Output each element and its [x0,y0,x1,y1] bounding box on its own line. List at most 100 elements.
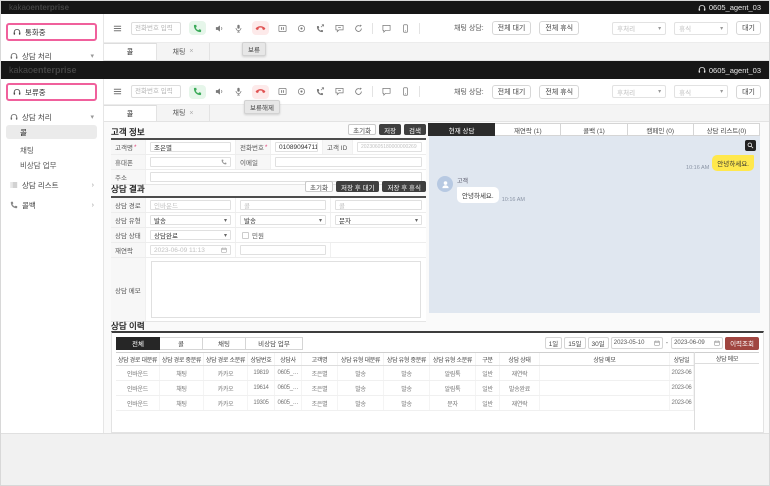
history-tab-non-counsel[interactable]: 비상담 업무 [245,337,303,350]
calendar-icon[interactable] [654,340,660,346]
counsel-memo-textarea[interactable] [151,261,421,318]
tab-chat[interactable]: 채팅× [157,105,210,121]
sidebar-item-counsel-process[interactable]: 상담 처리 ▾ [1,111,103,123]
complaint-checkbox[interactable] [242,232,249,239]
agent-chip[interactable]: 0605_agent_03 [698,66,761,75]
column-header[interactable]: 상담 유형 소분류 [430,353,476,365]
tab-recontact[interactable]: 재연락 (1) [494,123,561,136]
column-header[interactable]: 상담사 [275,353,302,365]
phone-number-input[interactable] [131,85,181,98]
agent-status-oncall[interactable]: 통화중 [6,23,97,41]
search-button[interactable]: 검색 [404,124,426,135]
speaker-icon[interactable] [214,23,225,34]
date-to-input[interactable]: 2023-06-09 [671,337,723,349]
phone-input[interactable]: 01089094711 [275,142,318,152]
refresh-icon[interactable] [353,86,364,97]
reset-button[interactable]: 초기화 [348,124,376,135]
refresh-icon[interactable] [353,23,364,34]
tab-call[interactable]: 콜 [104,105,157,121]
counsel-status-select[interactable]: 상담완료▾ [150,230,231,240]
recontact-extra-input[interactable] [240,245,326,255]
chat-transcript[interactable]: 10:16 AM 안녕하세요. 고객 안녕하세요. 10:16 AM [429,136,760,313]
sidebar-item-chat[interactable]: 채팅 [6,143,97,157]
message-icon[interactable] [381,23,392,34]
column-header[interactable]: 고객명 [302,353,338,365]
calendar-icon[interactable] [221,247,227,253]
speaker-icon[interactable] [214,86,225,97]
column-header[interactable]: 상담일 [670,353,694,365]
search-icon[interactable] [745,140,756,151]
menu-icon[interactable] [112,86,123,97]
period-1day-button[interactable]: 1일 [545,337,563,349]
column-header[interactable]: 구분 [476,353,500,365]
call-icon[interactable] [189,85,206,99]
wait-button[interactable]: 대기 [736,21,761,35]
sidebar-item-callback[interactable]: 콜백 › [1,199,103,211]
hangup-icon[interactable] [252,85,269,99]
all-wait-button[interactable]: 전체 대기 [492,21,532,35]
period-15day-button[interactable]: 15일 [564,337,585,349]
mic-icon[interactable] [233,86,244,97]
transfer-call-icon[interactable] [315,86,326,97]
mobile-icon[interactable] [400,23,411,34]
phone-number-input[interactable] [131,22,181,35]
date-from-input[interactable]: 2023-05-10 [611,337,663,349]
phone-icon[interactable] [221,159,227,165]
all-wait-button[interactable]: 전체 대기 [492,85,532,99]
table-row[interactable]: 인바운드 채팅 카카오 19819 0605_… 조은별 발송 발송 알림톡 일… [116,366,694,381]
column-header[interactable]: 상담 메모 [540,353,670,365]
mobile-input[interactable] [150,157,231,167]
history-tab-call[interactable]: 콜 [159,337,203,350]
counsel-type2-select[interactable]: 발송▾ [240,215,326,225]
postprocess-select[interactable]: 후처리▾ [612,85,666,98]
column-header[interactable]: 상담 상태 [500,353,540,365]
table-row[interactable]: 인바운드 채팅 카카오 19614 0605_… 조은별 발송 발송 알림톡 일… [116,381,694,396]
message-icon[interactable] [381,86,392,97]
sidebar-item-call[interactable]: 콜 [6,125,97,139]
sidebar-item-counsel-process[interactable]: 상담 처리 ▾ [1,50,103,61]
history-query-button[interactable]: 이력조회 [725,337,759,350]
recontact-datetime-input[interactable]: 2023-06-09 11:13 [150,245,231,255]
all-rest-button[interactable]: 전체 휴식 [539,21,579,35]
column-header[interactable]: 상담 유형 중분류 [384,353,430,365]
history-tab-all[interactable]: 전체 [116,337,160,350]
mobile-icon[interactable] [400,86,411,97]
agent-chip[interactable]: 0605_agent_03 [698,3,761,12]
rest-select[interactable]: 휴식▾ [674,85,728,98]
record-icon[interactable] [296,86,307,97]
column-header[interactable]: 상담 경로 대분류 [116,353,160,365]
postprocess-select[interactable]: 후처리▾ [612,22,666,35]
counsel-type1-select[interactable]: 발송▾ [150,215,231,225]
tab-callback[interactable]: 콜백 (1) [560,123,627,136]
all-rest-button[interactable]: 전체 휴식 [539,85,579,99]
column-header[interactable]: 상담 유형 대분류 [338,353,384,365]
agent-status-onhold[interactable]: 보류중 [6,83,97,101]
sidebar-item-counsel-list[interactable]: 상담 리스트 › [1,179,103,191]
close-icon[interactable]: × [189,110,193,117]
tab-call[interactable]: 콜 [104,43,157,60]
email-input[interactable] [275,157,422,167]
sidebar-item-non-counsel[interactable]: 비상담 업무 [6,158,97,172]
mic-icon[interactable] [233,23,244,34]
consult-transfer-icon[interactable] [334,86,345,97]
save-button[interactable]: 저장 [379,124,401,135]
period-30day-button[interactable]: 30일 [588,337,609,349]
customer-name-input[interactable]: 조은별 [150,142,231,152]
counsel-type3-select[interactable]: 문자▾ [335,215,422,225]
tab-campaign[interactable]: 캠페인 (0) [627,123,694,136]
save-and-rest-button[interactable]: 저장 후 휴식 [382,181,426,192]
tab-counsel-list[interactable]: 상담 리스트(0) [693,123,760,136]
column-header[interactable]: 상담 경로 소분류 [204,353,248,365]
table-row[interactable]: 인바운드 채팅 카카오 19305 0605_… 조은별 발송 발송 문자 일반… [116,396,694,411]
tab-chat[interactable]: 채팅× [157,43,210,60]
close-icon[interactable]: × [189,48,193,55]
menu-icon[interactable] [112,23,123,34]
call-icon[interactable] [189,21,206,35]
hangup-icon[interactable] [252,21,269,35]
hold-icon[interactable] [277,23,288,34]
history-tab-chat[interactable]: 채팅 [202,337,246,350]
tab-current-counsel[interactable]: 현재 상담 [428,123,495,136]
consult-transfer-icon[interactable] [334,23,345,34]
column-header[interactable]: 상담 경로 중분류 [160,353,204,365]
calendar-icon[interactable] [714,340,720,346]
